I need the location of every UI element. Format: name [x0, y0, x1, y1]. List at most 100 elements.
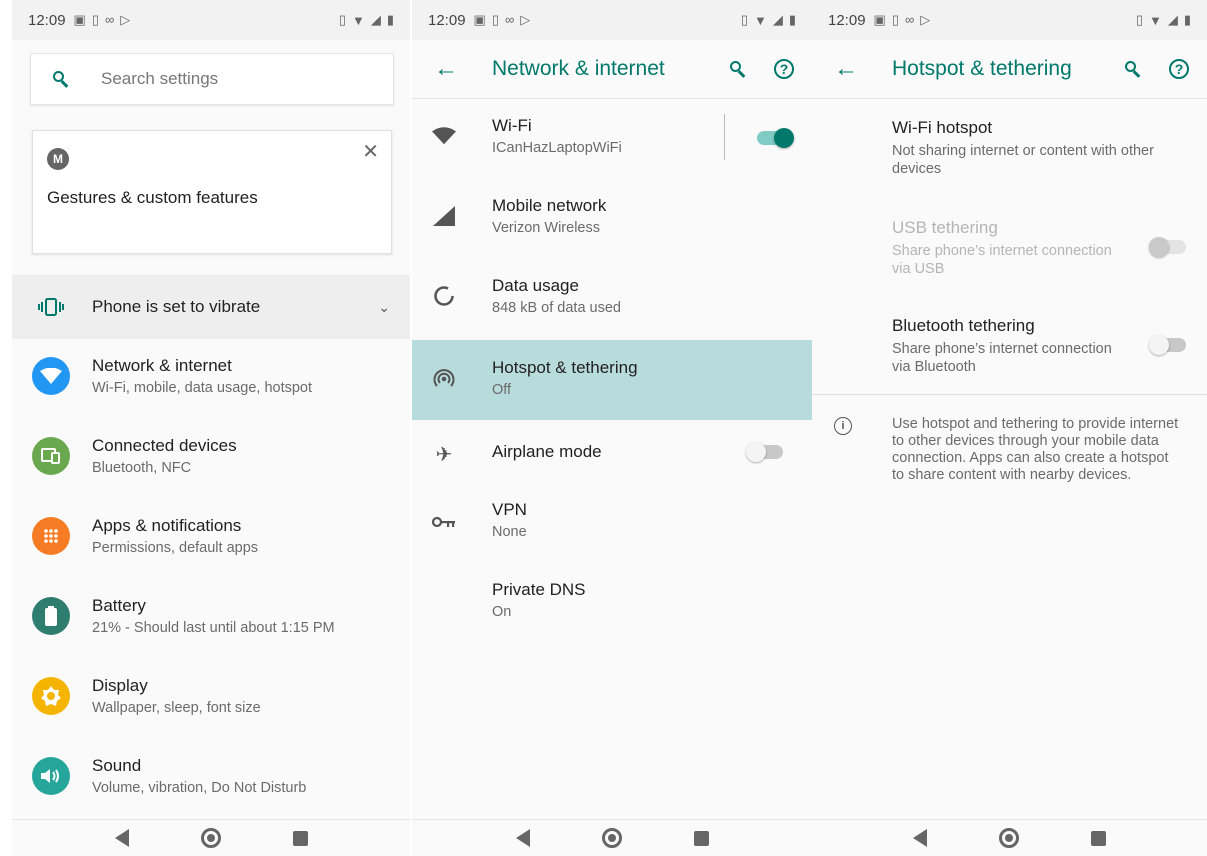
- vibrate-status-icon: ▯: [338, 12, 346, 27]
- hotspot-item-title: Wi-Fi hotspot: [892, 118, 993, 137]
- network-item-data-usage[interactable]: Data usage 848 kB of data used: [412, 258, 812, 338]
- system-icons: ▯ ▼ ◢ ▮: [741, 12, 796, 28]
- wifi-icon: [432, 124, 456, 148]
- nav-recents-icon[interactable]: [292, 830, 308, 846]
- help-icon[interactable]: ?: [774, 59, 794, 79]
- nav-back-icon[interactable]: [114, 829, 129, 847]
- page-title: Hotspot & tethering: [892, 57, 1072, 80]
- notification-icons: ▣ ▯ ∞ ▷: [874, 12, 931, 28]
- network-item-subtitle: Off: [492, 382, 512, 398]
- search-icon[interactable]: [730, 61, 746, 78]
- vibrate-status-icon: ▯: [740, 12, 748, 27]
- nav-home-icon[interactable]: [999, 828, 1019, 848]
- hotspot-item-subtitle: Not sharing internet or content with oth…: [892, 143, 1154, 177]
- status-time: 12:09: [428, 11, 466, 29]
- nav-back-icon[interactable]: [515, 829, 530, 847]
- airplane-icon: ✈: [435, 443, 453, 466]
- settings-item-title: Battery: [92, 596, 146, 615]
- screenshot-icon: ▯: [491, 12, 499, 27]
- hotspot-item-wifi-hotspot[interactable]: Wi-Fi hotspot Not sharing internet or co…: [812, 118, 1207, 188]
- volume-icon: [32, 757, 70, 795]
- hotspot-item-subtitle: Share phone’s internet connection via US…: [892, 243, 1112, 277]
- app-bar: ← Hotspot & tethering ?: [812, 40, 1207, 99]
- system-icons: ▯ ▼ ◢ ▮: [339, 12, 394, 28]
- network-item-private-dns[interactable]: Private DNS On: [412, 562, 812, 642]
- vibrate-condition-row[interactable]: Phone is set to vibrate ⌄: [12, 275, 410, 339]
- motorola-logo-icon: M: [47, 148, 69, 170]
- settings-item-apps[interactable]: Apps & notifications Permissions, defaul…: [12, 496, 410, 576]
- settings-item-connected-devices[interactable]: Connected devices Bluetooth, NFC: [12, 416, 410, 496]
- notification-icons: ▣ ▯ ∞ ▷: [474, 12, 531, 28]
- search-settings-bar[interactable]: Search settings: [30, 53, 394, 105]
- battery-status-icon: ▮: [386, 12, 394, 27]
- divider: [812, 394, 1207, 395]
- apps-icon: [32, 517, 70, 555]
- nav-back-icon[interactable]: [913, 829, 927, 847]
- play-store-icon: ▷: [120, 12, 131, 27]
- vibrate-label: Phone is set to vibrate: [92, 297, 261, 316]
- gallery-icon: ▣: [873, 12, 886, 27]
- search-icon[interactable]: [1125, 61, 1141, 78]
- status-bar: 12:09 ▣ ▯ ∞ ▷ ▯ ▼ ◢ ▮: [812, 0, 1207, 40]
- close-icon[interactable]: ✕: [362, 139, 379, 164]
- chevron-down-icon[interactable]: ⌄: [378, 299, 390, 316]
- wifi-status-icon: ▼: [351, 12, 365, 28]
- network-item-title: Data usage: [492, 276, 579, 295]
- vibrate-icon: [38, 298, 64, 316]
- page-title: Network & internet: [492, 57, 665, 80]
- app-bar: ← Network & internet ?: [412, 40, 812, 99]
- nav-recents-icon[interactable]: [1091, 830, 1106, 846]
- vpn-key-icon: [432, 510, 456, 534]
- search-placeholder: Search settings: [101, 69, 219, 88]
- suggestion-card[interactable]: M ✕ Gestures & custom features: [32, 130, 392, 254]
- settings-item-network[interactable]: Network & internet Wi-Fi, mobile, data u…: [12, 336, 410, 416]
- signal-status-icon: ◢: [370, 12, 381, 27]
- status-time: 12:09: [28, 11, 66, 29]
- settings-item-display[interactable]: Display Wallpaper, sleep, font size: [12, 656, 410, 736]
- hotspot-item-bluetooth-tethering[interactable]: Bluetooth tethering Share phone’s intern…: [812, 316, 1207, 386]
- bluetooth-tethering-toggle[interactable]: [1149, 335, 1186, 355]
- devices-icon: [32, 437, 70, 475]
- gallery-icon: ▣: [73, 12, 86, 27]
- status-bar: 12:09 ▣ ▯ ∞ ▷ ▯ ▼ ◢ ▮: [412, 0, 812, 40]
- settings-item-title: Connected devices: [92, 436, 237, 455]
- nav-home-icon[interactable]: [601, 828, 622, 848]
- help-icon[interactable]: ?: [1169, 59, 1189, 79]
- network-item-subtitle: On: [492, 604, 512, 620]
- signal-icon: [432, 204, 456, 228]
- network-item-title: VPN: [492, 500, 527, 519]
- settings-item-title: Apps & notifications: [92, 516, 242, 535]
- network-item-title: Airplane mode: [492, 442, 602, 461]
- nav-recents-icon[interactable]: [693, 830, 709, 846]
- network-item-vpn[interactable]: VPN None: [412, 482, 812, 562]
- nav-home-icon[interactable]: [200, 828, 221, 848]
- settings-item-subtitle: Volume, vibration, Do Not Disturb: [92, 780, 307, 796]
- battery-status-icon: ▮: [788, 12, 796, 27]
- settings-item-sound[interactable]: Sound Volume, vibration, Do Not Disturb: [12, 736, 410, 816]
- network-item-title: Wi-Fi: [492, 116, 532, 135]
- network-item-subtitle: None: [492, 524, 527, 540]
- gallery-icon: ▣: [473, 12, 486, 27]
- settings-item-title: Display: [92, 676, 148, 695]
- system-icons: ▯ ▼ ◢ ▮: [1136, 12, 1191, 28]
- vibrate-status-icon: ▯: [1135, 12, 1143, 27]
- network-item-subtitle: Verizon Wireless: [492, 220, 600, 236]
- network-item-hotspot[interactable]: Hotspot & tethering Off: [412, 340, 812, 420]
- info-icon: i: [834, 417, 852, 435]
- divider: [724, 114, 725, 160]
- back-arrow-icon[interactable]: ←: [834, 55, 858, 83]
- wifi-toggle[interactable]: [757, 128, 794, 148]
- hotspot-tethering-panel: 12:09 ▣ ▯ ∞ ▷ ▯ ▼ ◢ ▮ ← Hotspot & tether…: [812, 0, 1207, 856]
- network-item-wifi[interactable]: Wi-Fi ICanHazLaptopWiFi: [412, 98, 812, 178]
- settings-item-subtitle: Permissions, default apps: [92, 540, 259, 556]
- settings-item-battery[interactable]: Battery 21% - Should last until about 1:…: [12, 576, 410, 656]
- airplane-toggle[interactable]: [746, 442, 783, 462]
- play-store-icon: ▷: [520, 12, 531, 27]
- voicemail-icon: ∞: [905, 12, 915, 27]
- hotspot-item-subtitle: Share phone’s internet connection via Bl…: [892, 341, 1112, 375]
- network-item-mobile[interactable]: Mobile network Verizon Wireless: [412, 178, 812, 258]
- network-item-subtitle: 848 kB of data used: [492, 300, 621, 316]
- battery-icon: [32, 597, 70, 635]
- settings-item-subtitle: 21% - Should last until about 1:15 PM: [92, 620, 335, 636]
- back-arrow-icon[interactable]: ←: [434, 55, 458, 83]
